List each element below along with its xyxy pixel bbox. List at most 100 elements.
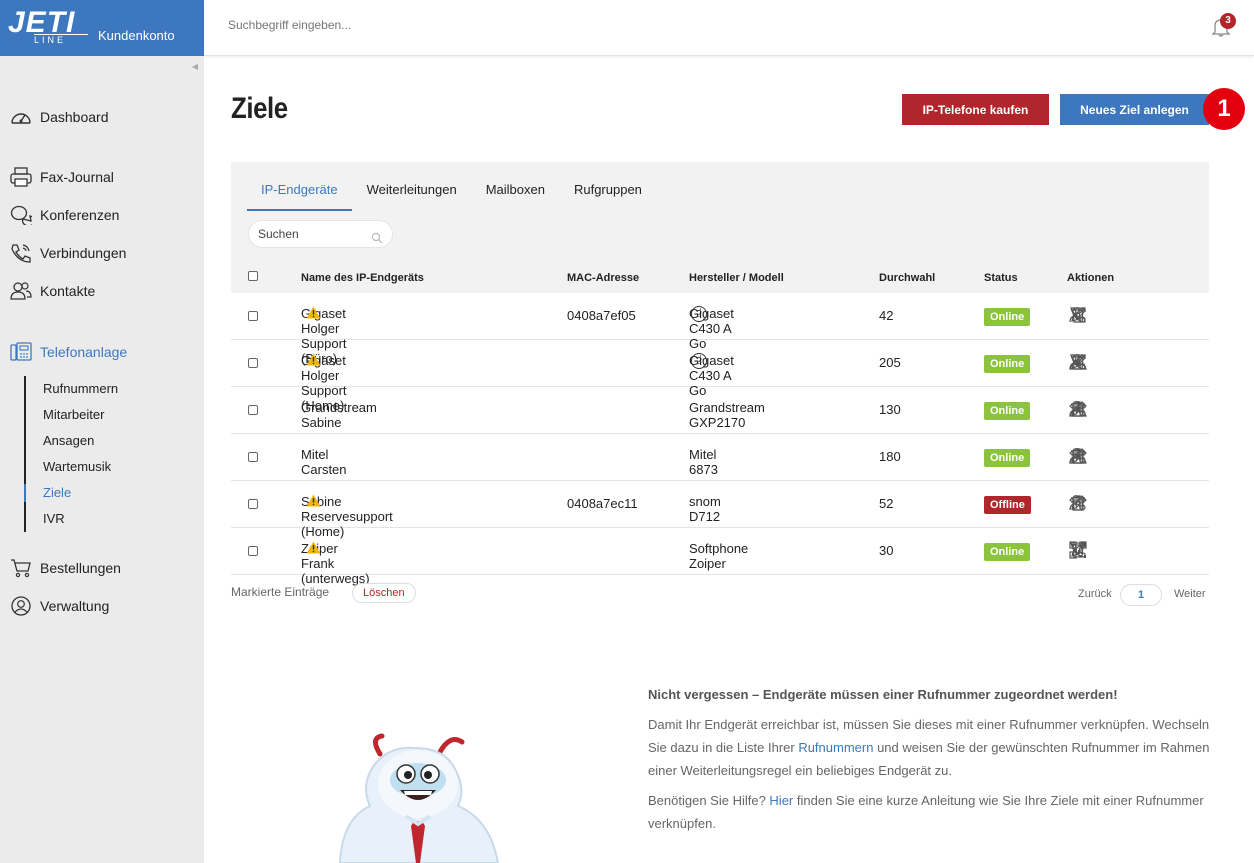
nav-kontakte[interactable]: Kontakte: [10, 280, 95, 302]
row-checkbox[interactable]: [248, 405, 258, 415]
new-target-button[interactable]: Neues Ziel anlegen: [1060, 94, 1209, 125]
subnav-mitarbeiter[interactable]: Mitarbeiter: [26, 402, 118, 428]
trash-icon[interactable]: [1069, 541, 1096, 561]
warning-icon[interactable]: [306, 541, 321, 557]
table-row: Grandstream Sabine Grandstream GXP2170 130…: [231, 387, 1209, 434]
pager-current-page[interactable]: 1: [1120, 584, 1162, 606]
pager-next[interactable]: Weiter: [1174, 588, 1206, 600]
help-link[interactable]: Hier: [769, 793, 793, 808]
subnav-ivr[interactable]: IVR: [26, 506, 118, 532]
status-badge: Offline: [984, 496, 1031, 514]
step-number-badge: 1: [1203, 88, 1245, 130]
trash-icon[interactable]: [1069, 306, 1096, 326]
row-checkbox[interactable]: [248, 546, 258, 556]
extension: 130: [879, 402, 901, 417]
nav-bestellungen[interactable]: Bestellungen: [10, 557, 121, 579]
subnav-wartemusik[interactable]: Wartemusik: [26, 454, 118, 480]
top-bar: 3: [204, 0, 1254, 56]
warning-icon[interactable]: [306, 494, 321, 510]
targets-panel: IP-Endgeräte Weiterleitungen Mailboxen R…: [231, 162, 1209, 586]
device-name: Mitel Carsten: [301, 447, 347, 477]
table-header: Name des IP-Endgeräts MAC-Adresse Herste…: [231, 262, 1209, 292]
nav-verwaltung[interactable]: Verwaltung: [10, 595, 109, 617]
row-checkbox[interactable]: [248, 452, 258, 462]
brand-header[interactable]: JETI LINE Kundenkonto: [0, 0, 204, 56]
row-checkbox[interactable]: [248, 358, 258, 368]
col-ext: Durchwahl: [879, 272, 936, 284]
device-name: Grandstream Sabine: [301, 400, 377, 430]
row-checkbox[interactable]: [248, 311, 258, 321]
download-icon[interactable]: [1069, 353, 1096, 373]
notification-count-badge: 3: [1220, 13, 1236, 29]
speedometer-icon: [10, 107, 32, 127]
nav-label: Telefonanlage: [40, 344, 128, 360]
info-heading: Nicht vergessen – Endgeräte müssen einer…: [648, 687, 1118, 702]
table-body: Gigaset Holger Support (Büro) 0408a7ef05 G…: [231, 293, 1209, 586]
table-row: Mitel Carsten Mitel 6873 180 Online: [231, 434, 1209, 481]
device-model: snom D712: [689, 494, 721, 524]
collapse-sidebar-icon[interactable]: ◀: [192, 62, 198, 71]
warning-icon[interactable]: [306, 353, 321, 369]
nav-verbindungen[interactable]: Verbindungen: [10, 242, 126, 264]
col-actions: Aktionen: [1067, 272, 1115, 284]
col-name: Name des IP-Endgeräts: [301, 272, 424, 284]
fax-icon: [10, 167, 32, 187]
download-icon[interactable]: [1069, 400, 1096, 420]
col-status: Status: [984, 272, 1018, 284]
nav-label: Konferenzen: [40, 207, 120, 223]
nav-label: Bestellungen: [40, 560, 121, 576]
nav-dashboard[interactable]: Dashboard: [10, 106, 109, 128]
subnav-ziele[interactable]: Ziele: [23, 480, 118, 506]
table-row: Zoiper Frank (unterwegs) Softphone Zoiper…: [231, 528, 1209, 586]
download-icon[interactable]: [1069, 447, 1096, 467]
extension: 205: [879, 355, 901, 370]
mac-address: 0408a7ef05: [567, 308, 636, 323]
rufnummern-link[interactable]: Rufnummern: [798, 740, 873, 755]
extension: 42: [879, 308, 894, 323]
tab-ip-endgeraete[interactable]: IP-Endgeräte: [247, 174, 352, 211]
pbx-icon: [10, 342, 32, 362]
extension: 180: [879, 449, 901, 464]
table-search-placeholder: Suchen: [258, 227, 299, 241]
help-question-icon[interactable]: ?: [691, 306, 707, 322]
row-checkbox[interactable]: [248, 499, 258, 509]
select-all-checkbox[interactable]: [248, 271, 258, 281]
nav-label: Verwaltung: [40, 598, 110, 614]
tab-weiterleitungen[interactable]: Weiterleitungen: [353, 174, 471, 211]
extension: 30: [879, 543, 894, 558]
sidebar: JETI LINE Kundenkonto ◀ Dashboard Fax-Jo…: [0, 0, 204, 863]
info-paragraph-1: Damit Ihr Endgerät erreichbar ist, müsse…: [648, 713, 1228, 782]
buy-ip-phones-button[interactable]: IP-Telefone kaufen: [902, 94, 1049, 125]
telefonanlage-subnav: Rufnummern Mitarbeiter Ansagen Wartemusi…: [23, 376, 118, 532]
subnav-ansagen[interactable]: Ansagen: [26, 428, 118, 454]
subnav-rufnummern[interactable]: Rufnummern: [26, 376, 118, 402]
nav-label: Kontakte: [40, 283, 96, 299]
table-row: Gigaset Holger Support (Home) Gigaset C43…: [231, 340, 1209, 413]
status-badge: Online: [984, 449, 1031, 467]
pager-prev[interactable]: Zurück: [1078, 588, 1112, 600]
trash-icon[interactable]: [1069, 494, 1096, 514]
nav-label: Fax-Journal: [40, 169, 114, 185]
jetiline-logo[interactable]: JETI LINE: [8, 8, 88, 46]
status-badge: Online: [984, 308, 1031, 326]
warning-icon[interactable]: [306, 306, 321, 322]
info-text: Benötigen Sie Hilfe?: [648, 793, 770, 808]
tab-rufgruppen[interactable]: Rufgruppen: [560, 174, 656, 211]
assignment-info: Nicht vergessen – Endgeräte müssen einer…: [648, 683, 1228, 842]
table-search-input[interactable]: Suchen: [248, 220, 393, 248]
nav-fax-journal[interactable]: Fax-Journal: [10, 166, 114, 188]
tab-mailboxen[interactable]: Mailboxen: [472, 174, 559, 211]
device-model: Mitel 6873: [689, 447, 718, 477]
help-question-icon[interactable]: ?: [691, 353, 707, 369]
logo-subword: LINE: [34, 34, 88, 45]
page-title: Ziele: [231, 92, 288, 125]
tab-bar: IP-Endgeräte Weiterleitungen Mailboxen R…: [247, 174, 657, 211]
user-circle-icon: [10, 596, 32, 616]
mac-address: 0408a7ec11: [567, 496, 638, 511]
delete-marked-button[interactable]: Löschen: [352, 583, 416, 603]
global-search-input[interactable]: [228, 18, 528, 32]
status-badge: Online: [984, 402, 1031, 420]
nav-konferenzen[interactable]: Konferenzen: [10, 204, 119, 226]
col-mac: MAC-Adresse: [567, 272, 640, 284]
nav-telefonanlage[interactable]: Telefonanlage: [10, 341, 127, 363]
